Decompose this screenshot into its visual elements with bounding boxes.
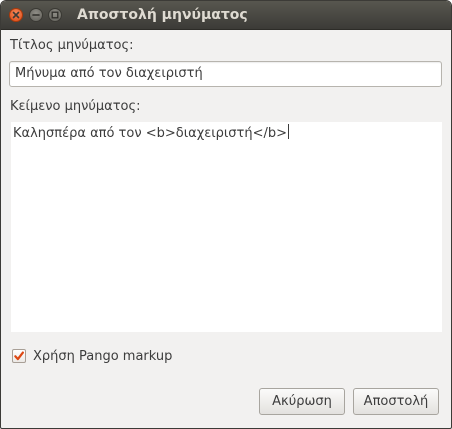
message-title-input[interactable]: Μήνυμα από τον διαχειριστή	[9, 61, 442, 87]
maximize-icon	[51, 11, 59, 19]
dialog-window: Αποστολή μηνύματος Τίτλος μηνύματος: Μήν…	[0, 0, 452, 429]
close-icon	[12, 11, 20, 19]
message-body-label: Κείμενο μηνύματος:	[10, 99, 141, 114]
minimize-button[interactable]	[29, 8, 43, 22]
pango-markup-label[interactable]: Χρήση Pango markup	[33, 349, 172, 364]
minimize-icon	[32, 14, 40, 16]
window-title: Αποστολή μηνύματος	[77, 7, 248, 23]
text-cursor	[288, 124, 289, 139]
checkmark-icon	[14, 351, 24, 361]
message-body-value: Καλησπέρα από τον <b>διαχειριστή</b>	[13, 126, 287, 141]
pango-markup-checkbox[interactable]	[12, 349, 26, 363]
send-button[interactable]: Αποστολή	[353, 388, 439, 415]
cancel-button[interactable]: Ακύρωση	[259, 388, 345, 415]
message-body-textarea[interactable]: Καλησπέρα από τον <b>διαχειριστή</b>	[11, 122, 442, 332]
message-title-label: Τίτλος μηνύματος:	[10, 38, 134, 53]
maximize-button[interactable]	[48, 8, 62, 22]
title-bar[interactable]: Αποστολή μηνύματος	[1, 1, 451, 30]
close-button[interactable]	[9, 8, 23, 22]
message-title-value: Μήνυμα από τον διαχειριστή	[15, 66, 203, 81]
